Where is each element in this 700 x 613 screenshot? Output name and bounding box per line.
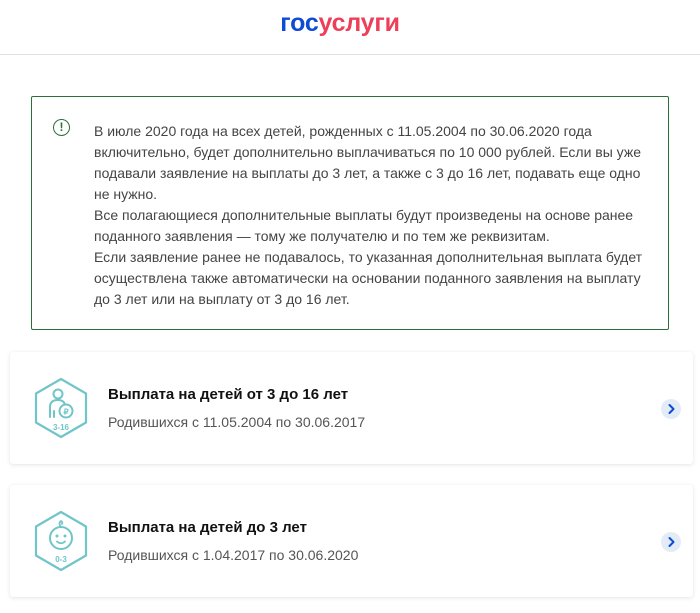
info-notice: ! В июле 2020 года на всех детей, рожден… [31,96,669,330]
notice-text: В июле 2020 года на всех детей, рожденны… [94,121,654,310]
baby-face-icon: 0-3 [34,510,88,572]
icon-age-label: 0-3 [55,555,67,564]
card-title: Выплата на детей от 3 до 16 лет [108,386,349,403]
chevron-right-icon[interactable] [661,399,681,419]
card-subtitle: Родившихся с 1.04.2017 по 30.06.2020 [108,547,359,563]
card-payment-3-16[interactable]: ₽ 3-16 Выплата на детей от 3 до 16 лет Р… [10,352,693,464]
notice-paragraph: Все полагающиеся дополнительные выплаты … [94,207,634,244]
card-title: Выплата на детей до 3 лет [108,519,307,536]
gosuslugi-logo[interactable]: госуслуги [0,9,680,38]
svg-text:₽: ₽ [63,408,68,417]
notice-paragraph: Если заявление ранее не подавалось, то у… [94,249,643,307]
card-subtitle: Родившихся с 11.05.2004 по 30.06.2017 [108,414,366,430]
icon-age-label: 3-16 [53,423,70,432]
logo-part-gos: гос [280,9,319,37]
header: госуслуги [0,0,700,55]
child-with-coin-icon: ₽ 3-16 [34,377,88,439]
notice-paragraph: В июле 2020 года на всех детей, рожденны… [94,123,641,202]
card-payment-0-3[interactable]: 0-3 Выплата на детей до 3 лет Родившихся… [10,485,693,597]
logo-part-uslugi: услуги [318,9,400,37]
chevron-right-icon[interactable] [661,532,681,552]
exclamation-circle-icon: ! [53,119,70,136]
